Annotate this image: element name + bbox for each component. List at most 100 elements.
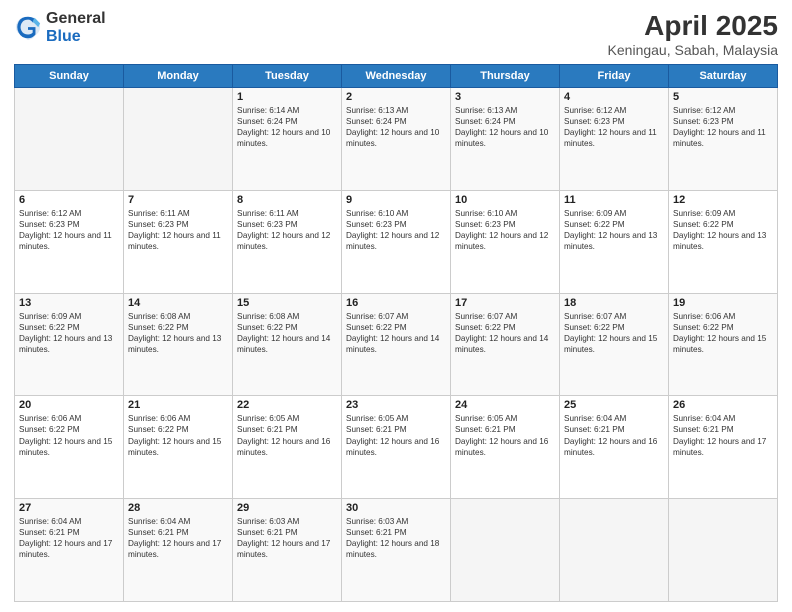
day-number: 29 — [237, 502, 337, 514]
day-number: 1 — [237, 91, 337, 103]
calendar-cell — [15, 88, 124, 191]
day-of-week-thursday: Thursday — [451, 65, 560, 88]
day-info: Sunrise: 6:03 AMSunset: 6:21 PMDaylight:… — [237, 516, 337, 560]
calendar-cell: 30 Sunrise: 6:03 AMSunset: 6:21 PMDayligh… — [342, 499, 451, 602]
day-info: Sunrise: 6:13 AMSunset: 6:24 PMDaylight:… — [346, 105, 446, 149]
calendar-cell: 9 Sunrise: 6:10 AMSunset: 6:23 PMDaylight… — [342, 190, 451, 293]
day-info: Sunrise: 6:03 AMSunset: 6:21 PMDaylight:… — [346, 516, 446, 560]
calendar-cell: 17 Sunrise: 6:07 AMSunset: 6:22 PMDayligh… — [451, 293, 560, 396]
title-block: April 2025 Keningau, Sabah, Malaysia — [608, 10, 778, 58]
day-info: Sunrise: 6:11 AMSunset: 6:23 PMDaylight:… — [128, 208, 228, 252]
calendar-cell — [124, 88, 233, 191]
calendar-cell: 10 Sunrise: 6:10 AMSunset: 6:23 PMDayligh… — [451, 190, 560, 293]
calendar-cell: 24 Sunrise: 6:05 AMSunset: 6:21 PMDayligh… — [451, 396, 560, 499]
day-number: 20 — [19, 399, 119, 411]
day-number: 5 — [673, 91, 773, 103]
day-number: 30 — [346, 502, 446, 514]
day-info: Sunrise: 6:06 AMSunset: 6:22 PMDaylight:… — [19, 413, 119, 457]
day-info: Sunrise: 6:09 AMSunset: 6:22 PMDaylight:… — [564, 208, 664, 252]
day-of-week-tuesday: Tuesday — [233, 65, 342, 88]
day-info: Sunrise: 6:08 AMSunset: 6:22 PMDaylight:… — [237, 311, 337, 355]
logo-general-text: General — [46, 10, 106, 28]
day-of-week-monday: Monday — [124, 65, 233, 88]
day-number: 11 — [564, 194, 664, 206]
day-info: Sunrise: 6:10 AMSunset: 6:23 PMDaylight:… — [455, 208, 555, 252]
logo-icon — [14, 14, 42, 42]
day-info: Sunrise: 6:05 AMSunset: 6:21 PMDaylight:… — [455, 413, 555, 457]
day-of-week-sunday: Sunday — [15, 65, 124, 88]
calendar-cell: 1 Sunrise: 6:14 AMSunset: 6:24 PMDaylight… — [233, 88, 342, 191]
calendar-cell: 19Sunrise: 6:06 AMSunset: 6:22 PMDayligh… — [669, 293, 778, 396]
calendar-cell: 16Sunrise: 6:07 AMSunset: 6:22 PMDayligh… — [342, 293, 451, 396]
calendar-cell: 2 Sunrise: 6:13 AMSunset: 6:24 PMDaylight… — [342, 88, 451, 191]
calendar-cell — [669, 499, 778, 602]
logo-blue-text: Blue — [46, 28, 106, 46]
day-number: 22 — [237, 399, 337, 411]
day-number: 17 — [455, 297, 555, 309]
day-info: Sunrise: 6:07 AMSunset: 6:22 PMDaylight:… — [455, 311, 555, 355]
day-info: Sunrise: 6:09 AMSunset: 6:22 PMDaylight:… — [673, 208, 773, 252]
calendar-cell: 4Sunrise: 6:12 AMSunset: 6:23 PMDaylight… — [560, 88, 669, 191]
calendar-cell: 13 Sunrise: 6:09 AMSunset: 6:22 PMDayligh… — [15, 293, 124, 396]
calendar-cell: 29 Sunrise: 6:03 AMSunset: 6:21 PMDayligh… — [233, 499, 342, 602]
day-number: 9 — [346, 194, 446, 206]
calendar-cell — [451, 499, 560, 602]
calendar-cell: 27Sunrise: 6:04 AMSunset: 6:21 PMDayligh… — [15, 499, 124, 602]
week-row-3: 13 Sunrise: 6:09 AMSunset: 6:22 PMDayligh… — [15, 293, 778, 396]
main-title: April 2025 — [608, 10, 778, 42]
calendar-header: SundayMondayTuesdayWednesdayThursdayFrid… — [15, 65, 778, 88]
day-number: 24 — [455, 399, 555, 411]
logo: General Blue — [14, 10, 106, 45]
day-info: Sunrise: 6:12 AMSunset: 6:23 PMDaylight:… — [673, 105, 773, 149]
calendar-cell: 26Sunrise: 6:04 AMSunset: 6:21 PMDayligh… — [669, 396, 778, 499]
day-info: Sunrise: 6:04 AMSunset: 6:21 PMDaylight:… — [564, 413, 664, 457]
calendar-cell: 5 Sunrise: 6:12 AMSunset: 6:23 PMDaylight… — [669, 88, 778, 191]
day-number: 16 — [346, 297, 446, 309]
day-number: 25 — [564, 399, 664, 411]
day-info: Sunrise: 6:08 AMSunset: 6:22 PMDaylight:… — [128, 311, 228, 355]
day-number: 28 — [128, 502, 228, 514]
day-number: 15 — [237, 297, 337, 309]
calendar-cell: 15 Sunrise: 6:08 AMSunset: 6:22 PMDayligh… — [233, 293, 342, 396]
day-number: 8 — [237, 194, 337, 206]
week-row-5: 27Sunrise: 6:04 AMSunset: 6:21 PMDayligh… — [15, 499, 778, 602]
calendar-cell: 12 Sunrise: 6:09 AMSunset: 6:22 PMDayligh… — [669, 190, 778, 293]
calendar-cell: 25 Sunrise: 6:04 AMSunset: 6:21 PMDayligh… — [560, 396, 669, 499]
calendar-cell: 20 Sunrise: 6:06 AMSunset: 6:22 PMDayligh… — [15, 396, 124, 499]
calendar: SundayMondayTuesdayWednesdayThursdayFrid… — [14, 64, 778, 602]
week-row-1: 1 Sunrise: 6:14 AMSunset: 6:24 PMDaylight… — [15, 88, 778, 191]
day-number: 4 — [564, 91, 664, 103]
calendar-cell: 6Sunrise: 6:12 AMSunset: 6:23 PMDaylight… — [15, 190, 124, 293]
day-info: Sunrise: 6:06 AMSunset: 6:22 PMDaylight:… — [673, 311, 773, 355]
day-info: Sunrise: 6:04 AMSunset: 6:21 PMDaylight:… — [128, 516, 228, 560]
day-info: Sunrise: 6:12 AMSunset: 6:23 PMDaylight:… — [19, 208, 119, 252]
day-info: Sunrise: 6:04 AMSunset: 6:21 PMDaylight:… — [19, 516, 119, 560]
calendar-cell: 23Sunrise: 6:05 AMSunset: 6:21 PMDayligh… — [342, 396, 451, 499]
day-number: 3 — [455, 91, 555, 103]
day-number: 10 — [455, 194, 555, 206]
day-of-week-wednesday: Wednesday — [342, 65, 451, 88]
day-number: 18 — [564, 297, 664, 309]
calendar-cell: 22Sunrise: 6:05 AMSunset: 6:21 PMDayligh… — [233, 396, 342, 499]
day-number: 23 — [346, 399, 446, 411]
day-number: 21 — [128, 399, 228, 411]
calendar-cell: 28 Sunrise: 6:04 AMSunset: 6:21 PMDayligh… — [124, 499, 233, 602]
calendar-cell: 18Sunrise: 6:07 AMSunset: 6:22 PMDayligh… — [560, 293, 669, 396]
day-number: 13 — [19, 297, 119, 309]
day-info: Sunrise: 6:13 AMSunset: 6:24 PMDaylight:… — [455, 105, 555, 149]
week-row-2: 6Sunrise: 6:12 AMSunset: 6:23 PMDaylight… — [15, 190, 778, 293]
day-info: Sunrise: 6:10 AMSunset: 6:23 PMDaylight:… — [346, 208, 446, 252]
calendar-cell: 14Sunrise: 6:08 AMSunset: 6:22 PMDayligh… — [124, 293, 233, 396]
header: General Blue April 2025 Keningau, Sabah,… — [14, 10, 778, 58]
subtitle: Keningau, Sabah, Malaysia — [608, 42, 778, 58]
calendar-cell: 11 Sunrise: 6:09 AMSunset: 6:22 PMDayligh… — [560, 190, 669, 293]
calendar-cell: 21Sunrise: 6:06 AMSunset: 6:22 PMDayligh… — [124, 396, 233, 499]
day-info: Sunrise: 6:11 AMSunset: 6:23 PMDaylight:… — [237, 208, 337, 252]
day-of-week-saturday: Saturday — [669, 65, 778, 88]
day-number: 12 — [673, 194, 773, 206]
day-info: Sunrise: 6:14 AMSunset: 6:24 PMDaylight:… — [237, 105, 337, 149]
day-number: 26 — [673, 399, 773, 411]
days-of-week-row: SundayMondayTuesdayWednesdayThursdayFrid… — [15, 65, 778, 88]
day-number: 2 — [346, 91, 446, 103]
day-info: Sunrise: 6:09 AMSunset: 6:22 PMDaylight:… — [19, 311, 119, 355]
